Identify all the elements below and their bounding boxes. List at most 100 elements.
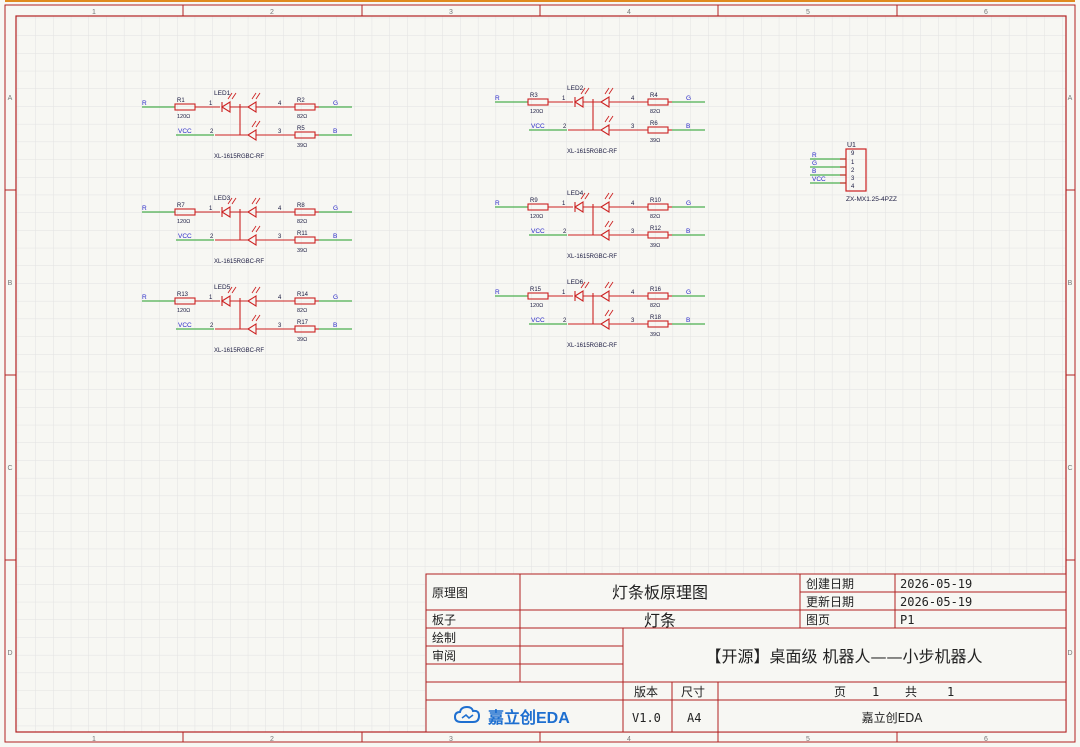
col-label: 1 [92, 736, 96, 743]
tb-page-value: P1 [900, 613, 914, 627]
led-ref: LED4 [567, 190, 584, 197]
net-label-b: B [333, 128, 337, 135]
connector-net-label: VCC [812, 176, 826, 183]
row-label: D [7, 650, 12, 657]
resistor-value: 120Ω [530, 214, 543, 220]
connector-part: ZX-MX1.25-4PZZ [846, 196, 897, 203]
net-label-g: G [333, 100, 338, 107]
tb-size-label: 尺寸 [681, 685, 705, 699]
resistor-ref: R7 [177, 203, 185, 209]
tb-total-num: 1 [947, 685, 954, 699]
tb-company: 嘉立创EDA [862, 710, 924, 725]
resistor-ref: R1 [177, 98, 185, 104]
tb-board-value: 灯条 [644, 611, 676, 630]
col-label: 6 [984, 736, 988, 743]
col-label: 5 [806, 9, 810, 16]
resistor-value: 120Ω [530, 109, 543, 115]
tb-page-label: 图页 [806, 613, 830, 627]
resistor-value: 39Ω [297, 337, 307, 343]
led-part-number: XL-1615RGBC-RF [214, 154, 264, 160]
resistor-ref: R15 [530, 287, 542, 293]
net-label-g: G [686, 289, 691, 296]
net-label-vcc: VCC [531, 123, 545, 130]
net-label-b: B [686, 228, 690, 235]
led-ref: LED2 [567, 85, 584, 92]
tb-drawn-label: 绘制 [432, 630, 456, 645]
net-label-r: R [142, 205, 147, 212]
tb-created-value: 2026-05-19 [900, 577, 972, 591]
net-label-g: G [333, 294, 338, 301]
connector-ref: U1 [847, 142, 856, 149]
col-label: 2 [270, 9, 274, 16]
row-label: A [1068, 95, 1073, 102]
logo-text: 嘉立创EDA [487, 708, 570, 727]
resistor-ref: R6 [650, 121, 658, 127]
resistor-ref: R11 [297, 231, 308, 237]
tb-schematic-label: 原理图 [432, 586, 468, 600]
title-block: 原理图 灯条板原理图 板子 灯条 绘制 审阅 创建日期 2026-05-19 更… [425, 573, 1067, 733]
net-label-b: B [686, 317, 690, 324]
col-label: 4 [627, 9, 631, 16]
resistor-ref: R4 [650, 93, 658, 99]
schematic-sheet: 112233445566AABBCCDD R VCC G B R1 120Ω 1 LED1 2 4… [0, 0, 1080, 747]
resistor-ref: R8 [297, 203, 305, 209]
resistor-ref: R5 [297, 126, 305, 132]
resistor-ref: R18 [650, 315, 662, 321]
net-label-vcc: VCC [531, 317, 545, 324]
led-part-number: XL-1615RGBC-RF [214, 259, 264, 265]
tb-review-label: 审阅 [432, 648, 456, 663]
resistor-value: 120Ω [177, 308, 190, 314]
led-ref: LED3 [214, 195, 231, 202]
row-label: C [1067, 465, 1072, 472]
net-label-vcc: VCC [178, 322, 192, 329]
tb-total-word: 共 [905, 685, 917, 699]
resistor-value: 82Ω [297, 308, 307, 314]
tb-page-word: 页 [834, 685, 846, 699]
tb-updated-value: 2026-05-19 [900, 595, 972, 609]
schematic-canvas[interactable]: 112233445566A AB BC CD D RVCCGBR1120Ω1LED124… [0, 0, 1080, 747]
resistor-value: 39Ω [650, 243, 660, 249]
net-label-g: G [333, 205, 338, 212]
resistor-value: 39Ω [650, 138, 660, 144]
resistor-ref: R17 [297, 320, 309, 326]
resistor-value: 39Ω [650, 332, 660, 338]
col-label: 6 [984, 9, 988, 16]
resistor-ref: R16 [650, 287, 662, 293]
resistor-value: 39Ω [297, 143, 307, 149]
net-label-g: G [686, 200, 691, 207]
tb-version-value: V1.0 [632, 711, 661, 725]
resistor-ref: R14 [297, 292, 309, 298]
led-part-number: XL-1615RGBC-RF [214, 348, 264, 354]
resistor-value: 39Ω [297, 248, 307, 254]
led-part-number: XL-1615RGBC-RF [567, 149, 617, 155]
connector-net-label: R [812, 152, 817, 159]
net-label-b: B [686, 123, 690, 130]
resistor-value: 120Ω [177, 219, 190, 225]
resistor-ref: R3 [530, 93, 538, 99]
net-label-r: R [495, 200, 500, 207]
resistor-ref: R10 [650, 198, 662, 204]
col-label: 5 [806, 736, 810, 743]
resistor-value: 82Ω [650, 214, 660, 220]
led-ref: LED1 [214, 90, 231, 97]
col-label: 3 [449, 9, 453, 16]
col-label: 1 [92, 9, 96, 16]
tb-page-num: 1 [872, 685, 879, 699]
net-label-vcc: VCC [178, 128, 192, 135]
resistor-ref: R9 [530, 198, 538, 204]
net-label-r: R [495, 95, 500, 102]
tb-size-value: A4 [687, 711, 701, 725]
resistor-value: 82Ω [650, 109, 660, 115]
row-label: A [8, 95, 13, 102]
row-label: B [1068, 280, 1073, 287]
tb-board-label: 板子 [432, 613, 456, 627]
col-label: 2 [270, 736, 274, 743]
col-label: 4 [627, 736, 631, 743]
resistor-value: 82Ω [297, 219, 307, 225]
resistor-value: 82Ω [650, 303, 660, 309]
col-label: 3 [449, 736, 453, 743]
net-label-r: R [495, 289, 500, 296]
resistor-value: 82Ω [297, 114, 307, 120]
tb-schematic-value: 灯条板原理图 [612, 583, 708, 602]
resistor-ref: R13 [177, 292, 189, 298]
